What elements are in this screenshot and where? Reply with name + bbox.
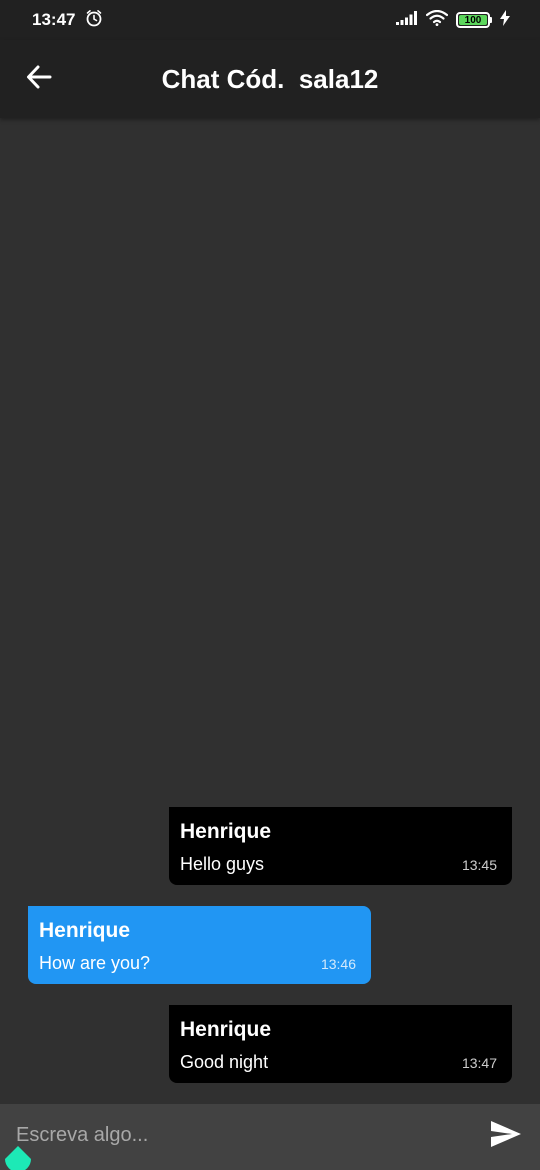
- status-bar: 13:47 100: [0, 0, 540, 40]
- status-left: 13:47: [32, 9, 103, 32]
- send-icon: [490, 1120, 522, 1153]
- message-bubble-received[interactable]: Henrique How are you? 13:46: [28, 906, 371, 984]
- text-cursor-handle[interactable]: [3, 1146, 33, 1170]
- message-time: 13:45: [461, 857, 497, 873]
- charging-icon: [500, 9, 510, 31]
- send-button[interactable]: [488, 1118, 524, 1154]
- alarm-icon: [85, 9, 103, 32]
- signal-icon: [396, 10, 418, 30]
- status-right: 100: [396, 9, 510, 31]
- wifi-icon: [425, 9, 449, 31]
- message-input[interactable]: [16, 1116, 456, 1154]
- battery-level: 100: [459, 15, 487, 26]
- chat-screen: 13:47 100 Chat Cód. sala12 Henrique Hell…: [0, 0, 540, 1170]
- message-sender: Henrique: [39, 919, 131, 942]
- message-sender: Henrique: [180, 1018, 272, 1041]
- status-time: 13:47: [32, 10, 76, 29]
- message-text: Good night: [180, 1052, 269, 1072]
- message-text: Hello guys: [180, 854, 265, 874]
- message-bubble-sent[interactable]: Henrique Good night 13:47: [169, 1005, 512, 1083]
- message-time: 13:46: [320, 956, 356, 972]
- battery-icon: 100: [456, 12, 492, 28]
- input-bar: [0, 1104, 540, 1170]
- page-title: Chat Cód. sala12: [161, 63, 379, 94]
- message-sender: Henrique: [180, 820, 272, 843]
- message-text: How are you?: [39, 953, 151, 973]
- message-bubble-sent[interactable]: Henrique Hello guys 13:45: [169, 807, 512, 885]
- app-bar: Chat Cód. sala12: [0, 40, 540, 118]
- message-time: 13:47: [461, 1055, 497, 1071]
